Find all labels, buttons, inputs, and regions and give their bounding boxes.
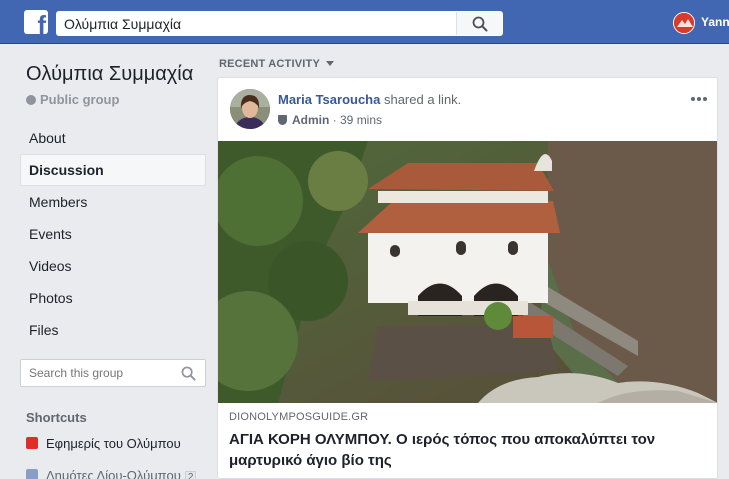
recent-activity-dropdown[interactable]: RECENT ACTIVITY — [219, 58, 334, 70]
shortcuts-heading: Shortcuts — [26, 410, 87, 425]
group-name[interactable]: Ολύμπια Συμμαχία — [26, 63, 193, 86]
post-header: Maria Tsaroucha shared a link. — [278, 92, 461, 107]
group-search-input[interactable] — [29, 366, 169, 380]
top-bar: f Ολύμπια Συμμαχία Yann — [0, 0, 729, 44]
search-icon[interactable] — [181, 366, 196, 381]
post-timestamp[interactable]: · 39 mins — [329, 113, 382, 127]
avatar-image — [230, 89, 270, 129]
user-name-link[interactable]: Yann — [701, 15, 729, 29]
avatar-image — [674, 13, 694, 33]
shortcut-item[interactable]: Δημότες Δίου-Ολύμπου 2 — [26, 468, 197, 479]
shortcut-label: Εφημερίς του Ολύμπου — [46, 436, 181, 451]
post-author-link[interactable]: Maria Tsaroucha — [278, 92, 380, 107]
search-icon — [472, 16, 488, 32]
search-box[interactable]: Ολύμπια Συμμαχία — [56, 11, 503, 36]
link-preview-image[interactable] — [218, 141, 717, 403]
group-search-box — [20, 359, 206, 387]
post-card: Maria Tsaroucha shared a link. Admin · 3… — [217, 77, 718, 479]
link-title[interactable]: ΑΓΙΑ ΚΟΡΗ ΟΛΥΜΠΟΥ. Ο ιερός τόπος που απο… — [229, 429, 709, 471]
more-dot — [697, 97, 701, 101]
nav-item-files[interactable]: Files — [20, 314, 206, 346]
admin-shield-icon — [278, 115, 287, 125]
post-action: shared a link. — [380, 92, 462, 107]
search-button[interactable] — [456, 12, 502, 35]
post-meta: Admin · 39 mins — [278, 113, 382, 127]
user-avatar[interactable] — [673, 12, 695, 34]
caret-down-icon — [326, 61, 334, 66]
group-icon — [26, 437, 38, 449]
facebook-f-icon[interactable]: f — [24, 10, 48, 34]
nav-item-about[interactable]: About — [20, 122, 206, 154]
post-author-avatar[interactable] — [230, 89, 270, 129]
group-nav: About Discussion Members Events Videos P… — [20, 122, 206, 346]
post-author-role: Admin — [292, 113, 330, 127]
more-dot — [703, 97, 707, 101]
nav-item-photos[interactable]: Photos — [20, 282, 206, 314]
post-options-button[interactable] — [689, 92, 707, 101]
group-privacy: Public group — [26, 92, 119, 107]
group-icon — [26, 469, 38, 479]
chapel-photo — [218, 141, 717, 403]
shortcut-label: Δημότες Δίου-Ολύμπου — [46, 468, 181, 479]
nav-item-events[interactable]: Events — [20, 218, 206, 250]
nav-item-videos[interactable]: Videos — [20, 250, 206, 282]
privacy-label: Public group — [40, 92, 120, 107]
shortcut-item[interactable]: Εφημερίς του Ολύμπου — [26, 436, 181, 456]
nav-item-discussion[interactable]: Discussion — [20, 154, 206, 186]
globe-icon — [26, 95, 36, 105]
more-dots-icon — [691, 97, 695, 101]
link-source-domain[interactable]: DIONOLYMPOSGUIDE.GR — [229, 411, 368, 423]
search-input[interactable]: Ολύμπια Συμμαχία — [64, 16, 181, 32]
nav-item-members[interactable]: Members — [20, 186, 206, 218]
shortcut-badge: 2 — [184, 471, 197, 479]
recent-activity-label: RECENT ACTIVITY — [219, 58, 320, 70]
